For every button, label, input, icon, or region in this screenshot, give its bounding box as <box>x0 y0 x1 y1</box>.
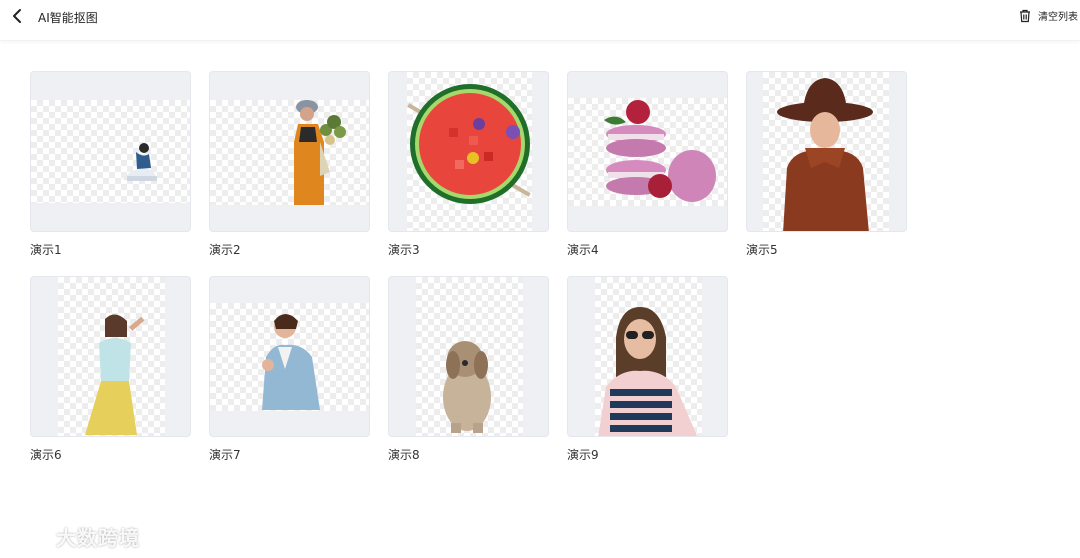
demo-label: 演示5 <box>746 243 778 257</box>
woman-in-hat-image <box>777 78 873 231</box>
demo-card-6[interactable]: 演示6 <box>30 276 191 463</box>
demo-thumbnail[interactable] <box>388 71 549 232</box>
demo-card-1[interactable]: 演示1 <box>30 71 191 258</box>
demo-label: 演示3 <box>388 243 420 257</box>
demo-thumbnail[interactable] <box>567 71 728 232</box>
page-title: AI智能抠图 <box>38 11 98 25</box>
demo-label: 演示7 <box>209 448 241 462</box>
demo-thumbnail[interactable] <box>30 276 191 437</box>
watermark: 大数跨境 <box>8 522 140 551</box>
chevron-left-icon[interactable] <box>8 6 28 26</box>
demo-thumbnail[interactable] <box>746 71 907 232</box>
brand-logo-icon <box>10 526 50 548</box>
demo-thumbnail[interactable] <box>388 276 549 437</box>
demo-thumbnail[interactable] <box>209 71 370 232</box>
clear-list-button[interactable]: 清空列表 <box>1018 8 1078 23</box>
demo-card-2[interactable]: 演示2 <box>209 71 370 258</box>
woman-sitting-image <box>123 143 157 181</box>
demo-thumbnail[interactable] <box>30 71 191 232</box>
demo-label: 演示9 <box>567 448 599 462</box>
macarons-image <box>604 100 716 202</box>
woman-with-flowers-image <box>294 100 346 205</box>
demo-label: 演示8 <box>388 448 420 462</box>
demo-label: 演示1 <box>30 243 62 257</box>
demo-card-5[interactable]: 演示5 <box>746 71 907 258</box>
demo-label: 演示6 <box>30 448 62 462</box>
watermark-text: 大数跨境 <box>56 526 140 550</box>
demo-thumbnail[interactable] <box>567 276 728 437</box>
top-bar: AI智能抠图 清空列表 <box>0 0 1080 41</box>
demo-card-7[interactable]: 演示7 <box>209 276 370 463</box>
dog-image <box>443 341 491 433</box>
woman-yellow-skirt-image <box>85 314 145 435</box>
demo-card-8[interactable]: 演示8 <box>388 276 549 463</box>
demo-label: 演示4 <box>567 243 599 257</box>
clear-list-label: 清空列表 <box>1038 12 1078 23</box>
trash-icon <box>1020 9 1030 22</box>
demo-card-9[interactable]: 演示9 <box>567 276 728 463</box>
demo-label: 演示2 <box>209 243 241 257</box>
woman-sunglasses-image <box>598 307 698 436</box>
watermelon-bowl-image <box>407 84 531 204</box>
demo-card-3[interactable]: 演示3 <box>388 71 549 258</box>
demo-thumbnail[interactable] <box>209 276 370 437</box>
woman-blue-blazer-image <box>262 314 320 410</box>
demo-card-4[interactable]: 演示4 <box>567 71 728 258</box>
